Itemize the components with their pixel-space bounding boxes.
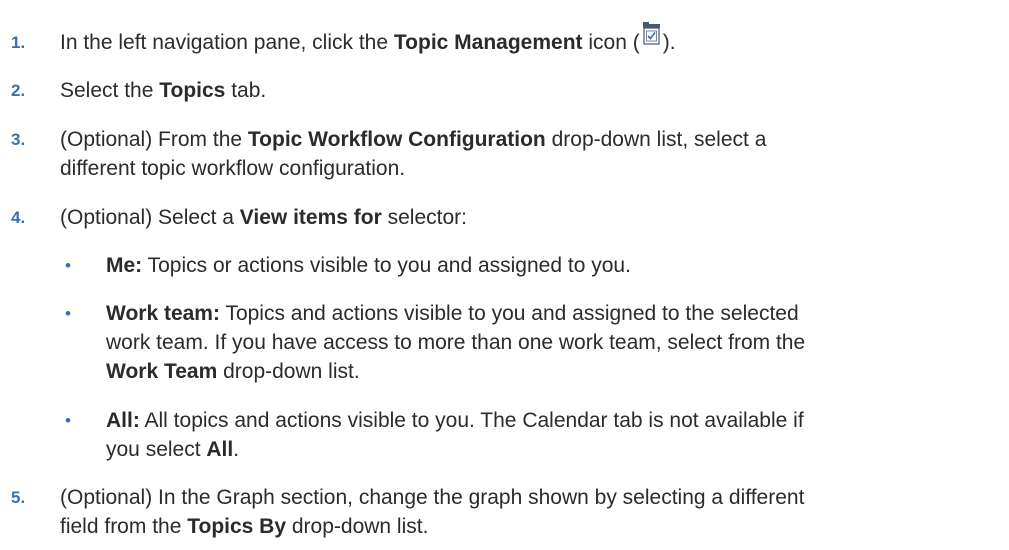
bullet-text-plain: work team. If you have access to more th… — [106, 331, 806, 354]
step-number: 2. — [11, 81, 26, 100]
bullet-dot: • — [65, 411, 71, 430]
bullet-dot: • — [65, 256, 71, 275]
step-text: In the left navigation pane, click the T… — [60, 22, 990, 57]
step-text-plain: selector: — [381, 206, 467, 229]
step-text-plain: ). — [662, 31, 676, 54]
bullet-text: Work team: Topics and actions visible to… — [106, 299, 986, 386]
bullet-text-plain: drop-down list. — [217, 360, 360, 383]
ui-term-topic-workflow-configuration: Topic Workflow Configuration — [247, 128, 546, 151]
step-text-plain: icon ( — [582, 31, 640, 54]
step-text-plain: (Optional) In the Graph section, change … — [60, 486, 805, 509]
step-text-plain: Select the — [60, 79, 160, 102]
procedure-steps: 1. In the left navigation pane, click th… — [0, 0, 1009, 550]
step-text-plain: (Optional) Select a — [60, 206, 240, 229]
step-text-plain: drop-down list. — [286, 515, 429, 538]
step-text-plain: In the left navigation pane, click the — [60, 31, 394, 54]
step-number: 1. — [11, 33, 26, 52]
bullet-text: All: All topics and actions visible to y… — [106, 406, 986, 464]
ui-term-topics: Topics — [159, 79, 226, 102]
step-text-plain: field from the — [60, 515, 188, 538]
bullet-text-plain: . — [233, 438, 240, 461]
ui-term-work-team: Work team: — [106, 302, 220, 325]
bullet-dot: • — [65, 304, 71, 323]
step-number: 4. — [11, 208, 26, 227]
topic-management-icon — [641, 22, 662, 54]
step-text: (Optional) From the Topic Workflow Confi… — [60, 125, 990, 183]
ui-term-view-items-for: View items for — [239, 206, 382, 229]
ui-term-topics-by: Topics By — [187, 515, 287, 538]
step-text-plain: different topic workflow configuration. — [60, 157, 406, 180]
ui-term-work-team-dropdown: Work Team — [106, 360, 218, 383]
step-text: Select the Topics tab. — [60, 76, 990, 105]
step-text: (Optional) Select a View items for selec… — [60, 203, 990, 232]
step-number: 5. — [11, 488, 26, 507]
step-text: (Optional) In the Graph section, change … — [60, 483, 990, 541]
step-text-plain: drop-down list, select a — [545, 128, 767, 151]
step-text-plain: (Optional) From the — [60, 128, 248, 151]
step-number: 3. — [11, 130, 26, 149]
bullet-text-plain: Topics and actions visible to you and as… — [219, 302, 799, 325]
ui-term-all-option: All — [206, 438, 234, 461]
bullet-text-plain: Topics or actions visible to you and ass… — [142, 254, 631, 277]
step-text-plain: tab. — [225, 79, 267, 102]
ui-term-all: All: — [106, 409, 140, 432]
bullet-text: Me: Topics or actions visible to you and… — [106, 251, 986, 280]
ui-term-topic-management: Topic Management — [393, 31, 583, 54]
bullet-text-plain: you select — [106, 438, 207, 461]
bullet-text-plain: All topics and actions visible to you. T… — [139, 409, 804, 432]
ui-term-me: Me: — [106, 254, 143, 277]
